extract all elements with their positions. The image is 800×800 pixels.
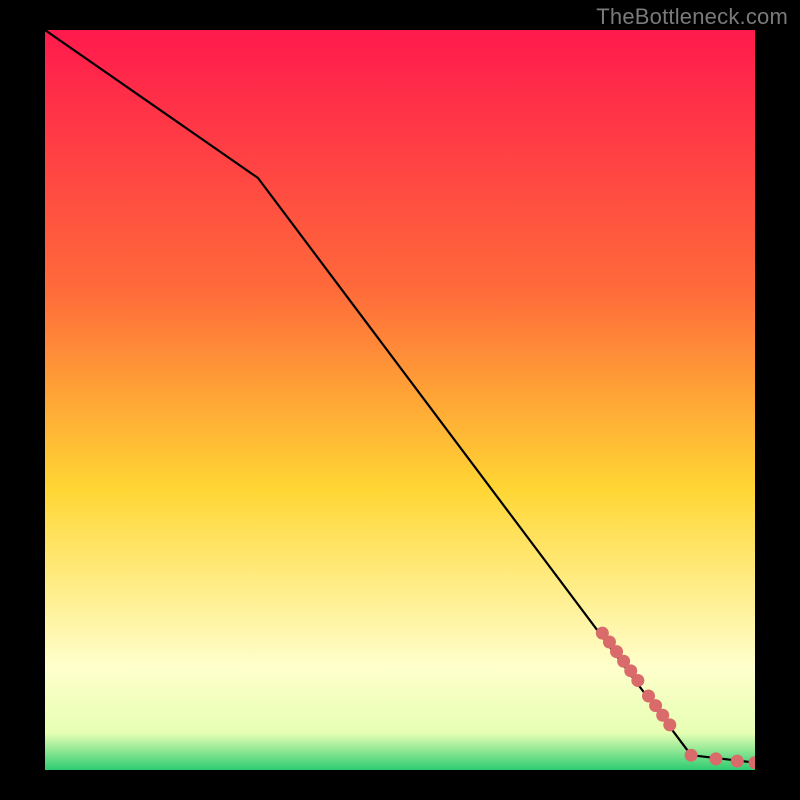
data-marker [631,674,644,687]
data-marker [685,749,698,762]
data-marker [663,718,676,731]
watermark-text: TheBottleneck.com [596,4,788,30]
data-marker [709,752,722,765]
chart-frame: TheBottleneck.com [0,0,800,800]
plot-area [45,30,755,770]
chart-svg [45,30,755,770]
data-marker [731,755,744,768]
gradient-background [45,30,755,770]
